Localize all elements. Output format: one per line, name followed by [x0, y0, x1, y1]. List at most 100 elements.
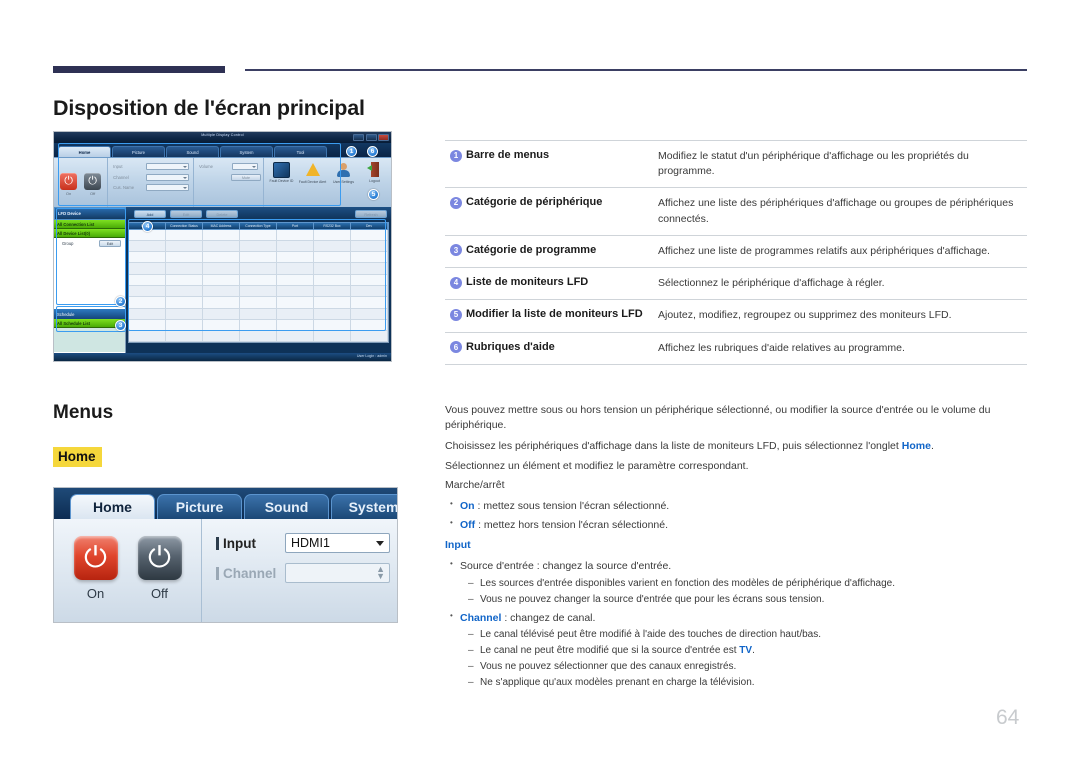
bullet-off-text: : mettez hors tension l'écran sélectionn…	[475, 519, 669, 531]
callout-2: 2	[115, 296, 126, 307]
logout-label: Logout	[369, 179, 380, 183]
legend-table: 1 Barre de menus Modifiez le statut d'un…	[445, 140, 1027, 365]
legend-label: Liste de moniteurs LFD	[466, 276, 589, 289]
legend-description: Modifiez le statut d'un périphérique d'a…	[658, 150, 969, 178]
dash-tv-after: .	[752, 645, 755, 656]
power-on-icon: ⏻	[73, 536, 118, 580]
tab-tool[interactable]: Tool	[274, 146, 327, 157]
table-row[interactable]	[129, 319, 388, 332]
callout-5: 5	[368, 189, 379, 200]
fault-device-alert-icon	[304, 163, 321, 179]
table-row[interactable]	[129, 274, 388, 286]
group-edit-button[interactable]: Edit	[99, 240, 121, 247]
bullet-channel-keyword: Channel	[460, 612, 502, 624]
user-settings-button[interactable]: User Settings	[329, 162, 358, 184]
bullet-channel-text: : changez de canal.	[501, 612, 596, 624]
minimize-icon[interactable]	[353, 133, 364, 141]
fault-device-alert-label: Fault Device Alert	[298, 180, 327, 184]
tab-sound[interactable]: Sound	[166, 146, 219, 157]
fault-device-id-button[interactable]: Fault Device ID	[267, 162, 296, 183]
tab-system[interactable]: System	[220, 146, 273, 157]
tab-home[interactable]: Home	[58, 146, 111, 157]
table-row[interactable]	[129, 331, 388, 343]
legend-label-cell: 5 Modifier la liste de moniteurs LFD	[445, 308, 658, 323]
user-settings-icon	[335, 163, 352, 179]
all-connection-list-item[interactable]: All Connection List	[54, 220, 125, 229]
home-panel-tab-home[interactable]: Home	[70, 494, 155, 519]
close-icon[interactable]	[378, 133, 389, 141]
lfd-device-panel-header[interactable]: LFD Device	[54, 207, 126, 220]
table-row[interactable]	[129, 308, 388, 320]
add-button[interactable]: Add	[134, 209, 166, 218]
legend-description: Affichez une liste des périphériques d'a…	[658, 197, 1014, 225]
table-row[interactable]	[129, 229, 388, 241]
chevron-down-icon	[376, 540, 384, 546]
home-panel-settings: Input HDMI1 Channel ▲ ▼	[202, 519, 397, 622]
bullet-on-keyword: On	[460, 500, 475, 512]
home-input-label: Input	[223, 535, 256, 551]
tab-picture[interactable]: Picture	[112, 146, 165, 157]
logout-icon	[366, 162, 383, 178]
schedule-panel-header[interactable]: Schedule	[54, 309, 125, 319]
grid-col-rs232-box[interactable]: RS232 Box	[314, 222, 351, 229]
mute-button[interactable]: Mute	[231, 173, 261, 181]
cusname-field-label: Cus. Name	[113, 185, 135, 190]
delete-button[interactable]: Delete	[206, 209, 238, 218]
volume-input[interactable]	[232, 163, 258, 170]
home-panel-tab-system[interactable]: System	[331, 494, 397, 519]
channel-field-row: Channel	[113, 173, 189, 181]
home-channel-stepper[interactable]: ▲ ▼	[285, 563, 390, 583]
home-power-off-label: Off	[150, 586, 169, 601]
grid-col-connection-type[interactable]: Connection Type	[240, 222, 277, 229]
table-row[interactable]	[129, 297, 388, 309]
grid-header-row: Settings Connection Status MAC Address C…	[128, 221, 389, 230]
all-device-list-item[interactable]: All Device List(0)	[54, 229, 125, 238]
legend-description: Ajoutez, modifiez, regroupez ou supprime…	[658, 309, 952, 322]
table-row[interactable]	[129, 252, 388, 264]
grid-col-connection-status[interactable]: Connection Status	[166, 222, 203, 229]
input-field-label: Input	[113, 164, 123, 169]
legend-label-cell: 3 Catégorie de programme	[445, 244, 658, 259]
device-tree-pane: All Connection List All Device List(0) G…	[54, 220, 126, 357]
callout-4: 4	[142, 221, 153, 232]
table-row[interactable]	[129, 263, 388, 275]
grid-col-port[interactable]: Port	[277, 222, 314, 229]
home-panel-body: ⏻ On ⏻ Off Input HDMI1 Channel ▲ ▼	[54, 519, 397, 622]
group-row[interactable]: Group Edit	[54, 238, 125, 249]
refresh-button[interactable]: Refresh	[355, 209, 387, 218]
lfd-monitor-grid: Settings Connection Status MAC Address C…	[126, 220, 391, 357]
table-row[interactable]	[129, 240, 388, 253]
status-badge: 4	[450, 276, 462, 289]
channel-field-select[interactable]	[146, 173, 189, 181]
page-title: Disposition de l'écran principal	[53, 96, 365, 120]
input-field-row: Input	[113, 163, 189, 170]
dash-channel-direction-keys: Le canal télévisé peut être modifié à l'…	[468, 628, 821, 643]
power-on-control[interactable]: ⏻ On	[60, 172, 78, 196]
home-power-on-control[interactable]: ⏻ On	[73, 536, 118, 601]
logout-button[interactable]: Logout	[360, 162, 389, 183]
power-off-control[interactable]: ⏻ Off	[84, 172, 102, 196]
cusname-field-select[interactable]	[146, 184, 189, 191]
legend-label: Catégorie de périphérique	[466, 196, 603, 209]
volume-group: Volume Mute	[194, 158, 264, 207]
table-row: 4 Liste de moniteurs LFD Sélectionnez le…	[445, 268, 1027, 301]
table-row[interactable]	[129, 285, 388, 298]
app-toolbar: ⏻ On ⏻ Off Input Channel Cus. Name Volum…	[54, 157, 391, 207]
power-on-icon: ⏻	[60, 172, 78, 190]
grid-col-dev[interactable]: Dev	[351, 222, 388, 229]
grid-col-mac-address[interactable]: MAC Address	[203, 222, 240, 229]
home-heading: Home	[53, 447, 102, 467]
power-group: ⏻ On ⏻ Off	[54, 158, 109, 207]
edit-button[interactable]: Edit	[170, 209, 202, 218]
grid-body[interactable]	[128, 229, 389, 343]
fault-device-alert-button[interactable]: Fault Device Alert	[298, 162, 327, 184]
input-field-select[interactable]	[146, 163, 189, 170]
home-panel-tab-picture[interactable]: Picture	[157, 494, 242, 519]
maximize-icon[interactable]	[365, 133, 377, 141]
paragraph-select-item: Sélectionnez un élément et modifiez le p…	[445, 460, 749, 472]
home-panel-tab-sound[interactable]: Sound	[244, 494, 329, 519]
home-power-off-control[interactable]: ⏻ Off	[137, 536, 182, 601]
home-input-select[interactable]: HDMI1	[285, 533, 390, 553]
fault-device-id-icon	[273, 162, 290, 178]
volume-row: Volume	[199, 163, 258, 170]
